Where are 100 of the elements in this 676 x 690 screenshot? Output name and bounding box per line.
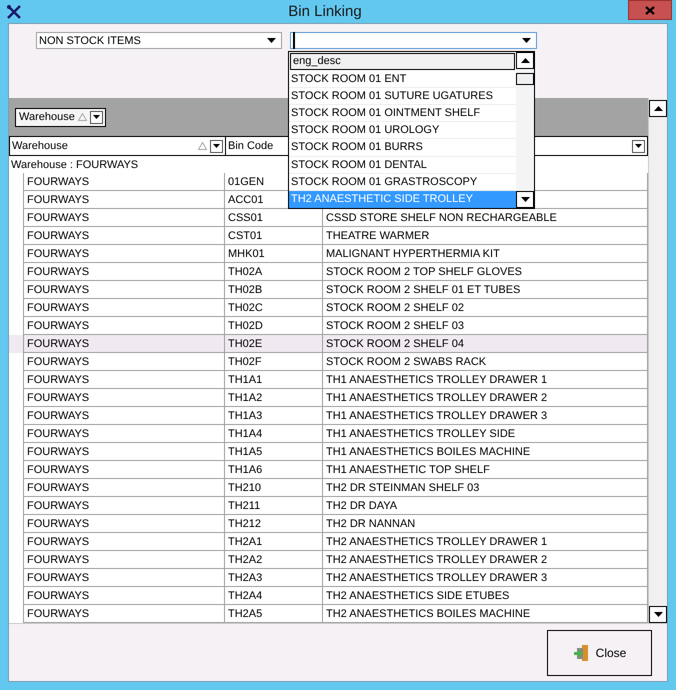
- column-header[interactable]: Bin Code: [228, 140, 274, 152]
- table-cell: TH1A4: [228, 428, 262, 440]
- table-cell: STOCK ROOM 2 SWABS RACK: [326, 356, 486, 368]
- table-cell: STOCK ROOM 2 TOP SHELF GLOVES: [326, 266, 522, 278]
- table-row[interactable]: FOURWAYS TH1A3 TH1 ANAESTHETICS TROLLEY DRAWER 3: [9, 407, 648, 425]
- table-cell: TH211: [228, 500, 260, 512]
- table-cell: TH1A6: [228, 464, 262, 476]
- table-cell: TH2 DR DAYA: [326, 500, 398, 512]
- table-cell: TH02B: [228, 284, 262, 296]
- filter-button[interactable]: [210, 140, 223, 152]
- table-row[interactable]: FOURWAYS TH1A4 TH1 ANAESTHETICS TROLLEY SIDE: [9, 425, 648, 443]
- dropdown-option[interactable]: STOCK ROOM 01 OINTMENT SHELF: [289, 105, 516, 122]
- table-cell: STOCK ROOM 2 SHELF 04: [326, 338, 464, 350]
- table-row[interactable]: FOURWAYS CSS01 CSSD STORE SHELF NON RECHARGEABLE: [9, 209, 648, 227]
- table-cell: TH02C: [228, 302, 263, 314]
- table-row[interactable]: FOURWAYS TH212 TH2 DR NANNAN: [9, 515, 648, 533]
- filter-button[interactable]: [90, 110, 103, 124]
- table-row[interactable]: FOURWAYS TH211 TH2 DR DAYA: [9, 497, 648, 515]
- scroll-thumb[interactable]: [516, 73, 534, 85]
- table-cell: FOURWAYS: [27, 320, 90, 332]
- down-arrow-icon: [654, 612, 662, 617]
- dropdown-arrow-icon: [267, 38, 276, 43]
- group-chip[interactable]: Warehouse: [15, 108, 106, 126]
- dropdown-option[interactable]: STOCK ROOM 01 GRASTROSCOPY: [289, 174, 516, 191]
- table-row[interactable]: FOURWAYS TH02D STOCK ROOM 2 SHELF 03: [9, 317, 648, 335]
- table-cell: TH2 ANAESTHETICS SIDE ETUBES: [326, 590, 510, 602]
- table-row[interactable]: FOURWAYS TH1A1 TH1 ANAESTHETICS TROLLEY DRAWER 1: [9, 371, 648, 389]
- table-cell: FOURWAYS: [27, 572, 90, 584]
- table-cell: STOCK ROOM 2 SHELF 02: [326, 302, 464, 314]
- dropdown-arrow-icon: [92, 115, 100, 119]
- table-cell: FOURWAYS: [27, 590, 90, 602]
- table-row[interactable]: FOURWAYS CST01 THEATRE WARMER: [9, 227, 648, 245]
- dropdown-arrow-icon: [635, 144, 642, 148]
- table-cell: FOURWAYS: [27, 266, 90, 278]
- sort-ascending-icon: [78, 113, 87, 121]
- up-arrow-icon: [520, 58, 530, 63]
- dropdown-option[interactable]: STOCK ROOM 01 DENTAL: [289, 156, 516, 174]
- table-cell: TH1A1: [228, 374, 262, 386]
- scroll-up-button[interactable]: [516, 52, 534, 69]
- dropdown-option[interactable]: STOCK ROOM 01 BURRS: [289, 139, 516, 157]
- table-cell: FOURWAYS: [27, 374, 90, 386]
- table-cell: TH02A: [228, 266, 262, 278]
- table-cell: TH2A3: [228, 572, 262, 584]
- table-row[interactable]: FOURWAYS TH1A5 TH1 ANAESTHETICS BOILES MACHINE: [9, 443, 648, 461]
- table-row[interactable]: FOURWAYS TH2A5 TH2 ANAESTHETICS BOILES MACHINE: [9, 605, 648, 623]
- dropdown-arrow-icon: [213, 144, 220, 148]
- table-row[interactable]: FOURWAYS TH02E STOCK ROOM 2 SHELF 04: [9, 335, 648, 353]
- table-row[interactable]: FOURWAYS TH2A4 TH2 ANAESTHETICS SIDE ETUBES: [9, 587, 648, 605]
- table-cell: FOURWAYS: [27, 338, 90, 350]
- table-cell: TH210: [228, 482, 262, 494]
- table-cell: ACC01: [228, 194, 264, 206]
- category-dropdown[interactable]: NON STOCK ITEMS: [36, 32, 282, 49]
- up-arrow-icon: [654, 106, 662, 111]
- column-header[interactable]: Warehouse: [12, 140, 68, 152]
- exit-door-icon: [572, 644, 591, 662]
- table-cell: FOURWAYS: [27, 518, 90, 530]
- table-row[interactable]: FOURWAYS TH02F STOCK ROOM 2 SWABS RACK: [9, 353, 648, 371]
- table-cell: TH1A3: [228, 410, 262, 422]
- table-row[interactable]: FOURWAYS TH2A3 TH2 ANAESTHETICS TROLLEY DRAWER 3: [9, 569, 648, 587]
- table-cell: FOURWAYS: [27, 176, 90, 188]
- scroll-up-button[interactable]: [649, 100, 667, 117]
- table-row[interactable]: FOURWAYS TH02B STOCK ROOM 2 SHELF 01 ET TUBES: [9, 281, 648, 299]
- table-cell: TH1 ANAESTHETIC TOP SHELF: [326, 464, 490, 476]
- table-cell: TH2 ANAESTHETICS TROLLEY DRAWER 1: [326, 536, 548, 548]
- table-cell: MHK01: [228, 248, 265, 260]
- table-cell: TH2A5: [228, 608, 262, 620]
- scroll-down-button[interactable]: [516, 191, 534, 208]
- dropdown-option[interactable]: STOCK ROOM 01 UROLOGY: [289, 122, 516, 140]
- table-cell: TH1 ANAESTHETICS TROLLEY DRAWER 3: [326, 410, 548, 422]
- window-title: Bin Linking: [288, 3, 362, 20]
- table-cell: FOURWAYS: [27, 392, 90, 404]
- filter-button[interactable]: [632, 140, 645, 152]
- table-cell: TH1 ANAESTHETICS BOILES MACHINE: [326, 446, 530, 458]
- table-row[interactable]: FOURWAYS TH2A2 TH2 ANAESTHETICS TROLLEY DRAWER 2: [9, 551, 648, 569]
- table-cell: FOURWAYS: [27, 428, 90, 440]
- table-cell: TH2 DR STEINMAN SHELF 03: [326, 482, 480, 494]
- table-row[interactable]: FOURWAYS TH02A STOCK ROOM 2 TOP SHELF GLOVES: [9, 263, 648, 281]
- close-button[interactable]: Close: [547, 630, 652, 676]
- table-cell: FOURWAYS: [27, 302, 90, 314]
- close-icon[interactable]: [628, 0, 672, 20]
- table-cell: TH2A2: [228, 554, 262, 566]
- table-cell: FOURWAYS: [27, 500, 90, 512]
- table-cell: CST01: [228, 230, 262, 242]
- table-cell: FOURWAYS: [27, 608, 90, 620]
- table-row[interactable]: FOURWAYS TH210 TH2 DR STEINMAN SHELF 03: [9, 479, 648, 497]
- table-cell: TH2 ANAESTHETICS BOILES MACHINE: [326, 608, 530, 620]
- table-cell: CSS01: [228, 212, 263, 224]
- table-row[interactable]: FOURWAYS MHK01 MALIGNANT HYPERTHERMIA KIT: [9, 245, 648, 263]
- table-row[interactable]: FOURWAYS TH1A6 TH1 ANAESTHETIC TOP SHELF: [9, 461, 648, 479]
- table-row[interactable]: FOURWAYS TH1A2 TH1 ANAESTHETICS TROLLEY DRAWER 2: [9, 389, 648, 407]
- table-cell: TH1 ANAESTHETICS TROLLEY DRAWER 2: [326, 392, 548, 404]
- table-cell: FOURWAYS: [27, 482, 90, 494]
- table-cell: STOCK ROOM 2 SHELF 03: [326, 320, 464, 332]
- table-cell: TH02F: [228, 356, 262, 368]
- table-cell: FOURWAYS: [27, 554, 90, 566]
- table-cell: TH2A1: [228, 536, 262, 548]
- table-row[interactable]: FOURWAYS TH2A1 TH2 ANAESTHETICS TROLLEY DRAWER 1: [9, 533, 648, 551]
- scroll-down-button[interactable]: [649, 606, 667, 623]
- table-cell: TH1A5: [228, 446, 262, 458]
- table-row[interactable]: FOURWAYS TH02C STOCK ROOM 2 SHELF 02: [9, 299, 648, 317]
